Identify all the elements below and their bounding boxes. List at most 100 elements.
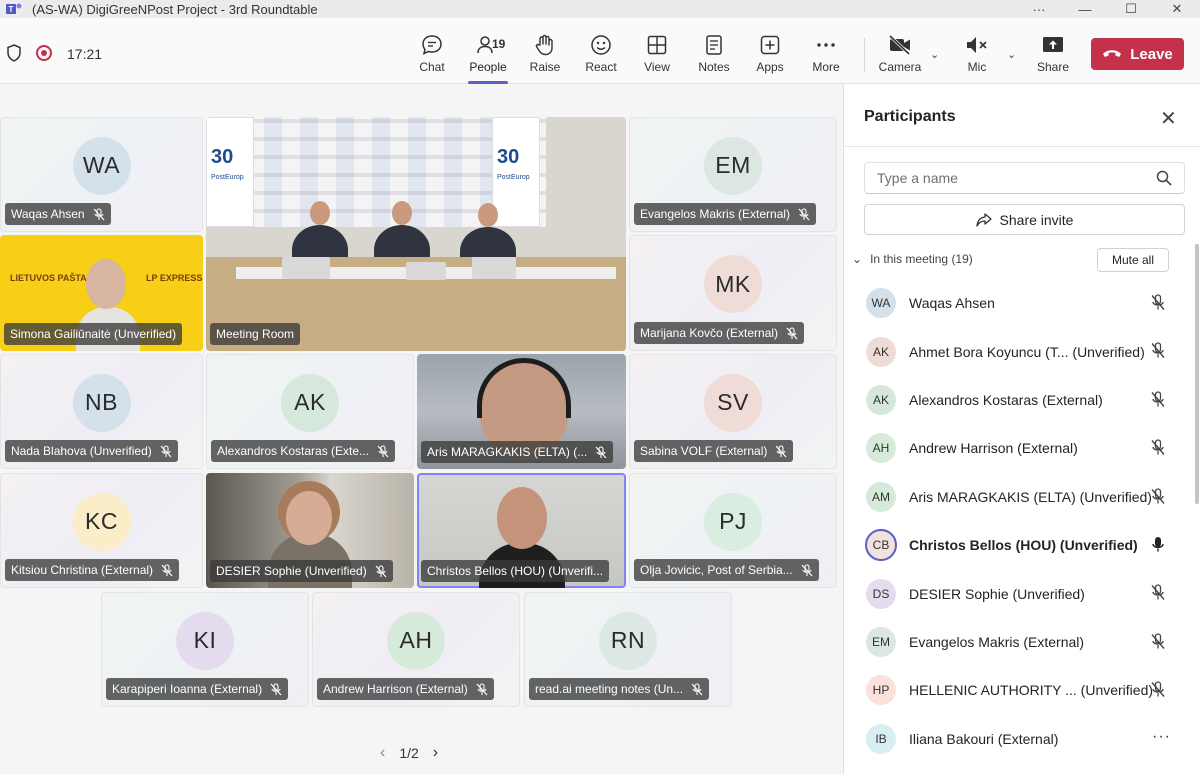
meeting-room-video-tile[interactable]: 30 PostEurop 30 PostEurop Meeting Room bbox=[206, 117, 626, 351]
close-panel-icon[interactable]: ✕ bbox=[1160, 106, 1177, 131]
more-label: More bbox=[812, 60, 840, 74]
panel-scrollbar[interactable] bbox=[1195, 244, 1199, 504]
mic-off-icon bbox=[161, 563, 173, 576]
camera-options-chevron-icon[interactable]: ⌄ bbox=[930, 48, 939, 61]
participant-tile[interactable]: SV Sabina VOLF (External) bbox=[629, 354, 837, 469]
participant-tile[interactable]: AK Alexandros Kostaras (Exte... bbox=[206, 354, 414, 469]
mic-off-icon[interactable] bbox=[1150, 342, 1166, 364]
mic-on-icon[interactable] bbox=[1150, 536, 1166, 558]
window-more-button[interactable]: ··· bbox=[1016, 2, 1062, 17]
search-icon bbox=[1156, 170, 1172, 186]
participant-list-item[interactable]: WA Waqas Ahsen bbox=[844, 279, 1200, 327]
participant-name-label: Karapiperi Ioanna (External) bbox=[106, 678, 289, 700]
mic-off-icon[interactable] bbox=[1150, 439, 1166, 461]
more-button[interactable]: More bbox=[800, 34, 852, 80]
participant-tile[interactable]: KC Kitsiou Christina (External) bbox=[0, 473, 203, 588]
notes-button[interactable]: Notes bbox=[688, 34, 740, 80]
participant-tile[interactable]: AH Andrew Harrison (External) bbox=[312, 592, 520, 707]
mic-off-icon bbox=[160, 444, 172, 457]
in-meeting-section-toggle[interactable]: ⌄ In this meeting (19) bbox=[852, 252, 973, 266]
mic-off-icon[interactable] bbox=[1150, 391, 1166, 413]
page-indicator: 1/2 bbox=[399, 745, 419, 761]
desier-video-tile[interactable]: DESIER Sophie (Unverified) bbox=[206, 473, 414, 588]
camera-label: Camera bbox=[878, 60, 922, 74]
leave-button[interactable]: Leave bbox=[1091, 38, 1184, 70]
share-invite-button[interactable]: Share invite bbox=[864, 204, 1185, 235]
headset-icon bbox=[477, 358, 571, 418]
notes-icon bbox=[706, 35, 722, 55]
participant-name: Kitsiou Christina (External) bbox=[11, 563, 154, 577]
laptop bbox=[472, 257, 516, 279]
mic-off-icon[interactable] bbox=[1150, 681, 1166, 703]
participant-tile[interactable]: WA Waqas Ahsen bbox=[0, 117, 203, 232]
participant-name: Andrew Harrison (External) bbox=[323, 682, 468, 696]
avatar: AH bbox=[387, 611, 445, 670]
participant-name-label: Meeting Room bbox=[210, 323, 301, 345]
camera-button[interactable]: Camera bbox=[874, 34, 926, 80]
participant-name: Aris MARAGKAKIS (ELTA) (... bbox=[427, 445, 588, 459]
participant-name: Christos Bellos (HOU) (Unverifi... bbox=[427, 564, 604, 578]
participant-tile[interactable]: PJ Olja Jovicic, Post of Serbia... bbox=[629, 473, 837, 588]
in-meeting-section-label: In this meeting (19) bbox=[870, 252, 973, 266]
avatar: AM bbox=[866, 481, 896, 512]
close-window-button[interactable]: ✕ bbox=[1154, 1, 1200, 17]
participant-tile[interactable]: EM Evangelos Makris (External) bbox=[629, 117, 837, 232]
mic-options-chevron-icon[interactable]: ⌄ bbox=[1007, 48, 1016, 61]
apps-button[interactable]: Apps bbox=[744, 34, 796, 80]
maximize-button[interactable]: ☐ bbox=[1108, 1, 1154, 17]
avatar: EM bbox=[704, 136, 762, 195]
mute-all-button[interactable]: Mute all bbox=[1097, 248, 1169, 272]
share-icon bbox=[975, 212, 992, 227]
view-button[interactable]: View bbox=[631, 34, 683, 80]
participant-name: Meeting Room bbox=[216, 327, 295, 341]
participant-name-label: Nada Blahova (Unverified) bbox=[5, 440, 178, 462]
next-page-chevron-icon[interactable]: › bbox=[433, 744, 438, 762]
mic-off-icon[interactable] bbox=[1150, 633, 1166, 655]
participant-list-item[interactable]: AH Andrew Harrison (External) bbox=[844, 424, 1200, 472]
avatar: KI bbox=[176, 611, 234, 670]
chat-label: Chat bbox=[419, 60, 445, 74]
mic-off-icon bbox=[377, 444, 389, 457]
panel-divider bbox=[844, 146, 1200, 147]
window-title: (AS-WA) DigiGreeNPost Project - 3rd Roun… bbox=[32, 1, 318, 17]
participant-tile[interactable]: KI Karapiperi Ioanna (External) bbox=[101, 592, 309, 707]
participant-list-item[interactable]: AK Ahmet Bora Koyuncu (T... (Unverified) bbox=[844, 327, 1200, 375]
participant-list-item[interactable]: HP HELLENIC AUTHORITY ... (Unverified) bbox=[844, 666, 1200, 714]
participant-list-item[interactable]: AM Aris MARAGKAKIS (ELTA) (Unverified) bbox=[844, 473, 1200, 521]
share-button[interactable]: Share bbox=[1027, 34, 1079, 80]
mic-off-icon bbox=[476, 682, 488, 695]
react-button[interactable]: React bbox=[575, 34, 627, 80]
gallery-pager: ‹ 1/2 › bbox=[380, 744, 438, 762]
mic-off-icon[interactable] bbox=[1150, 294, 1166, 316]
simona-video-tile[interactable]: LIETUVOS PAŠTAS LP EXPRESS Simona Gailiū… bbox=[0, 235, 203, 351]
aris-video-tile[interactable]: Aris MARAGKAKIS (ELTA) (... bbox=[417, 354, 626, 469]
participant-tile[interactable]: NB Nada Blahova (Unverified) bbox=[0, 354, 203, 469]
christos-video-tile[interactable]: Christos Bellos (HOU) (Unverifi... bbox=[417, 473, 626, 588]
mic-off-icon bbox=[93, 207, 105, 220]
participant-list-item[interactable]: IB Iliana Bakouri (External) ··· bbox=[844, 715, 1200, 763]
meeting-timer: 17:21 bbox=[67, 46, 103, 62]
avatar: HP bbox=[866, 675, 896, 706]
people-button[interactable]: 19 People bbox=[462, 34, 514, 84]
more-options-icon[interactable]: ··· bbox=[1152, 728, 1171, 746]
participant-list-item[interactable]: EM Evangelos Makris (External) bbox=[844, 618, 1200, 666]
participant-name: Waqas Ahsen bbox=[909, 295, 995, 312]
participant-list-item[interactable]: CB Christos Bellos (HOU) (Unverified) bbox=[844, 521, 1200, 569]
raise-hand-button[interactable]: Raise bbox=[519, 34, 571, 80]
avatar: AK bbox=[866, 384, 896, 415]
chat-button[interactable]: Chat bbox=[406, 34, 458, 80]
participant-name: Andrew Harrison (External) bbox=[909, 440, 1078, 457]
participant-list-item[interactable]: DS DESIER Sophie (Unverified) bbox=[844, 569, 1200, 617]
mic-off-icon[interactable] bbox=[1150, 487, 1166, 510]
participant-tile[interactable]: RN read.ai meeting notes (Un... bbox=[524, 592, 732, 707]
minimize-button[interactable]: — bbox=[1062, 2, 1108, 17]
share-invite-label: Share invite bbox=[999, 211, 1074, 228]
participant-list-item[interactable]: AK Alexandros Kostaras (External) bbox=[844, 376, 1200, 424]
mic-button[interactable]: Mic bbox=[951, 34, 1003, 80]
avatar: WA bbox=[866, 288, 896, 319]
participant-name-label: Aris MARAGKAKIS (ELTA) (... bbox=[421, 441, 614, 463]
previous-page-chevron-icon[interactable]: ‹ bbox=[380, 744, 385, 762]
participant-search-input[interactable] bbox=[864, 162, 1185, 194]
mic-off-icon[interactable] bbox=[1150, 584, 1166, 606]
participant-tile[interactable]: MK Marijana Kovčo (External) bbox=[629, 235, 837, 351]
